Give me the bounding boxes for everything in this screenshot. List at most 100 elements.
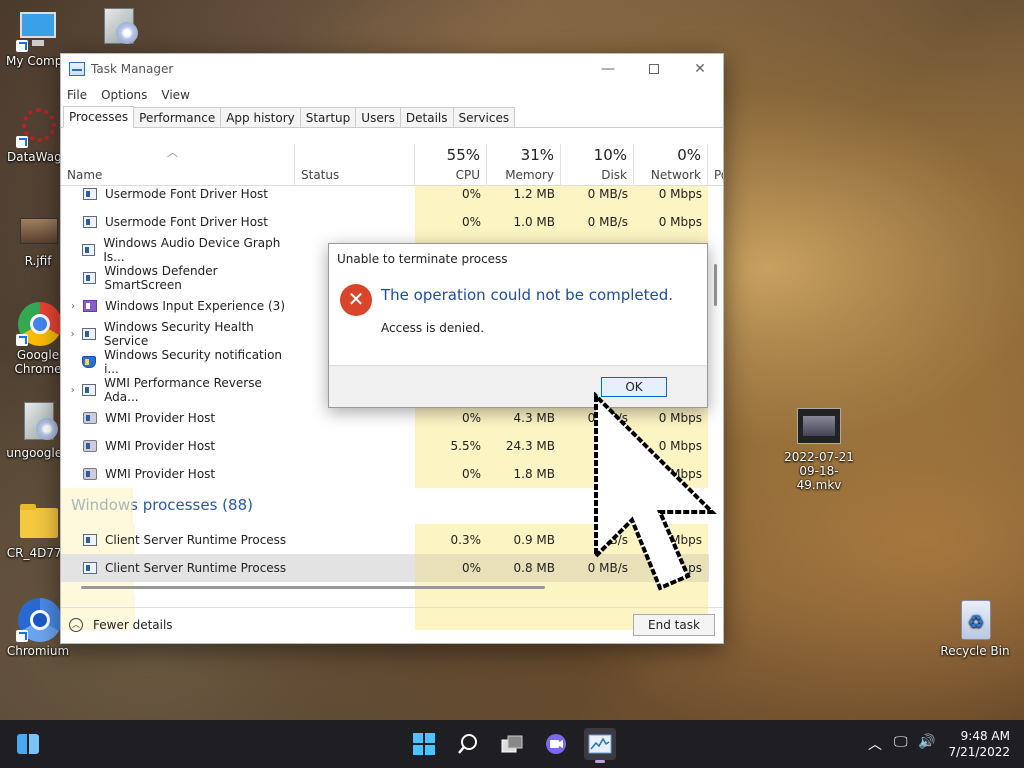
start-button[interactable] [408,728,440,760]
process-row[interactable]: Usermode Font Driver Host 0% 1.2 MB 0 MB/s 0… [61,186,709,208]
process-cpu-value: 0% [415,460,487,488]
expand-chevron-icon[interactable]: › [63,301,83,312]
task-view-button[interactable] [496,728,528,760]
process-net-value: 0 Mbps [634,186,708,208]
widgets-icon [17,734,39,754]
widgets-button[interactable] [12,728,44,760]
desktop-icon-recycle-bin[interactable]: ♻ Recycle Bin [936,598,1014,658]
desktop-icon-label: Google Chrome [14,348,62,376]
network-icon[interactable]: 🖵 [894,734,908,750]
title-bar[interactable]: Task Manager — ✕ [61,54,723,84]
process-mem-value: 1.0 MB [487,208,561,236]
vertical-scrollbar[interactable] [714,264,717,306]
minimize-button[interactable]: — [585,54,631,84]
process-cpu-value: 0% [415,208,487,236]
tab-strip: Processes Performance App history Startu… [61,106,723,128]
process-row[interactable]: Usermode Font Driver Host 0% 1.0 MB 0 MB/s 0… [61,208,709,236]
process-name-cell: › Windows Input Experience (3) [61,292,295,320]
clock[interactable]: 9:48 AM 7/21/2022 [948,728,1010,760]
tab-users[interactable]: Users [355,107,401,127]
desktop-icon-mkv-video[interactable]: 2022-07-21 09-18-49.mkv [776,404,862,492]
process-icon [82,328,96,340]
window-title: Task Manager [91,62,174,76]
process-cpu-value: 0% [415,186,487,208]
expand-chevron-icon[interactable]: › [63,329,82,340]
close-button[interactable]: ✕ [677,54,723,84]
fewer-details-toggle[interactable]: ︿ Fewer details [69,618,173,632]
process-icon [83,562,97,574]
close-icon: ✕ [694,61,706,77]
desktop-icon-label: Recycle Bin [940,644,1010,658]
process-name: Client Server Runtime Process [105,533,287,547]
process-name: WMI Provider Host [105,439,216,453]
column-header-memory[interactable]: 31% Memory [487,144,561,186]
volume-icon[interactable]: 🔊 [918,734,935,750]
show-hidden-icons-icon[interactable]: ︿ [868,734,882,754]
maximize-button[interactable] [631,54,677,84]
process-cpu-value: 5.5% [415,432,487,460]
process-name-cell: Windows Security notification i... [61,348,295,376]
process-name: Usermode Font Driver Host [105,215,268,229]
process-name: Usermode Font Driver Host [105,187,268,201]
process-icon [82,272,97,284]
expand-chevron-icon[interactable]: › [63,385,82,396]
process-cpu-value: 0% [415,404,487,432]
horizontal-scrollbar[interactable] [81,586,545,589]
dialog-title: Unable to terminate process [337,252,508,266]
tab-services[interactable]: Services [452,107,516,127]
process-icon [81,244,96,256]
teams-chat-button[interactable] [540,728,572,760]
end-task-button[interactable]: End task [633,614,715,636]
tab-performance[interactable]: Performance [133,107,222,127]
process-cpu-value: 0% [415,554,487,582]
tab-processes[interactable]: Processes [63,106,135,128]
process-icon [83,440,97,452]
process-name-cell: Client Server Runtime Process [61,554,295,582]
column-header-name[interactable]: ︿ Name [61,144,295,186]
process-name-cell: WMI Provider Host [61,404,295,432]
tab-app-history[interactable]: App history [220,107,301,127]
shortcut-arrow-icon [16,630,28,642]
process-icon [83,534,97,546]
column-header-network[interactable]: 0% Network [634,144,708,186]
sort-ascending-icon: ︿ [167,146,178,159]
desktop-icon-installer-top[interactable] [78,4,154,50]
minimize-icon: — [601,61,615,77]
menu-file[interactable]: File [67,88,87,102]
search-button[interactable] [452,728,484,760]
process-mem-value: 24.3 MB [487,432,561,460]
menu-bar: File Options View [61,84,723,106]
taskbar-task-manager[interactable] [584,728,616,763]
computer-icon [16,8,60,52]
shortcut-arrow-icon [16,136,28,148]
task-manager-icon [69,62,85,76]
process-name: WMI Provider Host [105,411,216,425]
process-disk-value: 0 MB/s [561,208,634,236]
column-header-power[interactable]: Po [708,144,723,186]
tab-details[interactable]: Details [399,107,454,127]
desktop-icon-label: 2022-07-21 09-18-49.mkv [784,450,854,492]
tab-startup[interactable]: Startup [299,107,357,127]
column-header-status[interactable]: Status [295,144,415,186]
taskbar: ︿ 🖵 🔊 9:48 AM 7/21/2022 [0,720,1024,768]
process-name-cell: WMI Provider Host [61,460,295,488]
column-header-disk[interactable]: 10% Disk [561,144,634,186]
footer-bar: ︿ Fewer details End task [61,607,723,643]
chevron-up-icon: ︿ [69,618,83,632]
menu-view[interactable]: View [161,88,189,102]
process-name: Client Server Runtime Process [105,561,287,575]
process-name: Windows Security notification i... [104,348,283,376]
folder-icon [16,500,60,544]
process-mem-value: 1.8 MB [487,460,561,488]
windows-logo-icon [413,733,435,755]
error-icon: ✕ [340,284,372,316]
process-net-value: 0 Mbps [634,208,708,236]
process-icon [83,468,97,480]
process-icon [83,216,97,228]
process-icon [83,188,97,200]
menu-options[interactable]: Options [101,88,147,102]
process-name-cell: Usermode Font Driver Host [61,208,295,236]
column-header-cpu[interactable]: 55% CPU [415,144,487,186]
process-name: Windows Security Health Service [103,320,254,348]
process-disk-value: 0 MB/s [561,186,634,208]
